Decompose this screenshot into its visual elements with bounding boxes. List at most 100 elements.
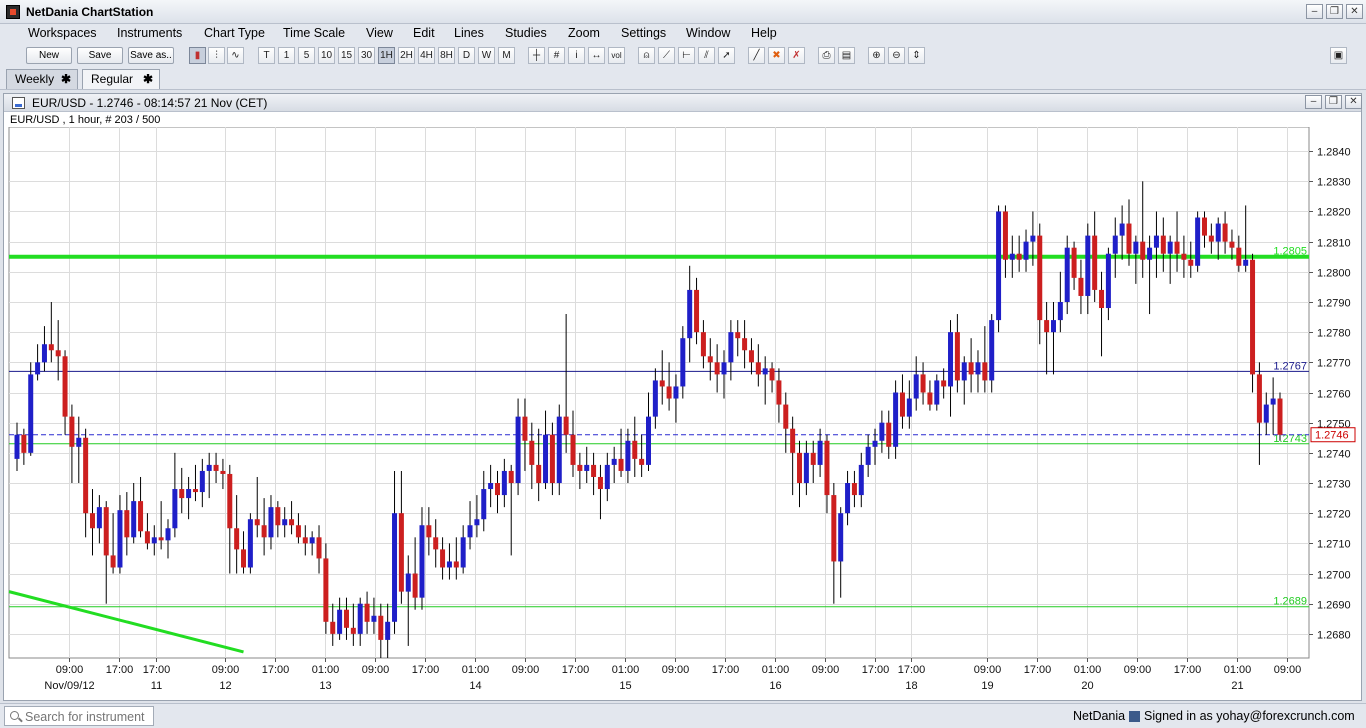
fit-to-window-icon[interactable]: ⇕ [908,47,925,64]
new-button[interactable]: New [26,47,72,64]
tab-weekly[interactable]: Weekly ✱ [6,69,78,89]
interval-t-button[interactable]: T [258,47,275,64]
candle-up [975,362,981,375]
candle-down [1160,235,1166,254]
price-chart[interactable]: 1.2680 1.2690 1.2700 1.2710 1.2720 1.2730 1.27… [8,127,1359,697]
interval-4h-button[interactable]: 4H [418,47,435,64]
chart-restore-icon[interactable]: ❐ [1325,95,1342,109]
alert-icon[interactable]: ⍝ [638,47,655,64]
candle-down [591,464,597,477]
menu-instruments[interactable]: Instruments [117,26,182,40]
interval-15-button[interactable]: 15 [338,47,355,64]
search-input[interactable] [25,709,151,724]
x-axis-date-label: 11 [151,680,162,692]
candle-down [1208,235,1214,242]
zoom-out-icon[interactable]: ⊖ [888,47,905,64]
panel-toggle-icon[interactable]: ▣ [1330,47,1347,64]
y-axis-tick-label: 1.2680 [1317,630,1351,642]
candle-up [584,464,590,471]
interval-30-button[interactable]: 30 [358,47,375,64]
print-preview-icon[interactable]: ▤ [838,47,855,64]
menu-zoom[interactable]: Zoom [568,26,600,40]
volume-button[interactable]: vol [608,47,625,64]
x-axis-time-label: 09:00 [212,664,240,676]
search-icon [10,711,19,720]
y-axis-tick-label: 1.2770 [1317,358,1351,370]
candle-down [742,338,748,351]
candle-up [1167,241,1173,254]
interval-2h-button[interactable]: 2H [398,47,415,64]
candle-up [948,332,954,387]
menu-help[interactable]: Help [751,26,777,40]
candle-down [982,362,988,381]
candle-up [309,537,315,544]
candle-up [687,289,693,339]
close-icon[interactable]: ✕ [1346,4,1363,19]
interval-d-button[interactable]: D [458,47,475,64]
chart-close-icon[interactable]: ✕ [1345,95,1362,109]
y-axis-tick-label: 1.2730 [1317,479,1351,491]
menu-settings[interactable]: Settings [621,26,666,40]
interval-1-button[interactable]: 1 [278,47,295,64]
candle-down [90,513,96,529]
arrow-tool-icon[interactable]: ➚ [718,47,735,64]
line-chart-icon[interactable]: ∿ [227,47,244,64]
x-axis-date-label: 14 [469,680,481,692]
candle-up [337,609,343,634]
zoom-in-icon[interactable]: ⊕ [868,47,885,64]
candle-down [851,483,857,496]
candle-up [961,362,967,381]
level-label: 1.2805 [1273,246,1307,258]
interval-1h-button[interactable]: 1H [378,47,395,64]
delete-drawings-icon[interactable]: ✖ [768,47,785,64]
tab-close-icon[interactable]: ✱ [143,70,153,89]
instrument-search[interactable] [4,706,154,726]
x-axis-time-label: 09:00 [1124,664,1152,676]
save-as-button[interactable]: Save as.. [128,47,174,64]
grid-icon[interactable]: # [548,47,565,64]
tab-close-icon[interactable]: ✱ [61,70,71,89]
info-icon[interactable]: i [568,47,585,64]
chart-minimize-icon[interactable]: – [1305,95,1322,109]
candle-down [1181,253,1187,260]
candle-up [817,440,823,465]
interval-5-button[interactable]: 5 [298,47,315,64]
tab-regular[interactable]: Regular ✱ [82,69,160,89]
trendline-tool-icon[interactable]: ⟋ [658,47,675,64]
menu-chart-type[interactable]: Chart Type [204,26,265,40]
menu-workspaces[interactable]: Workspaces [28,26,97,40]
interval-10-button[interactable]: 10 [318,47,335,64]
interval-8h-button[interactable]: 8H [438,47,455,64]
save-button[interactable]: Save [77,47,123,64]
channel-tool-icon[interactable]: ⫽ [698,47,715,64]
candlestick-chart-icon[interactable]: ▮ [189,47,206,64]
crosshair-icon[interactable]: ┼ [528,47,545,64]
menu-lines[interactable]: Lines [454,26,484,40]
candle-down [570,434,576,465]
menu-window[interactable]: Window [686,26,730,40]
menu-time-scale[interactable]: Time Scale [283,26,345,40]
candle-up [1057,301,1063,321]
candle-down [577,464,583,471]
menu-view[interactable]: View [366,26,393,40]
draw-line-icon[interactable]: ╱ [748,47,765,64]
y-axis-tick-label: 1.2840 [1317,147,1351,159]
y-axis-tick-label: 1.2720 [1317,509,1351,521]
scroll-icon[interactable]: ↔ [588,47,605,64]
menu-studies[interactable]: Studies [505,26,547,40]
candle-down [748,350,754,363]
bar-chart-icon[interactable]: ⫶ [208,47,225,64]
minimize-icon[interactable]: – [1306,4,1323,19]
fibonacci-tool-icon[interactable]: ⊢ [678,47,695,64]
x-axis-time-label: 09:00 [974,664,1002,676]
window-controls: – ❐ ✕ [1306,4,1363,19]
candle-down [968,362,974,375]
interval-w-button[interactable]: W [478,47,495,64]
delete-all-icon[interactable]: ✗ [788,47,805,64]
restore-icon[interactable]: ❐ [1326,4,1343,19]
interval-m-button[interactable]: M [498,47,515,64]
menu-edit[interactable]: Edit [413,26,435,40]
candle-up [488,483,494,490]
print-icon[interactable]: ⎙ [818,47,835,64]
candle-down [797,452,803,484]
